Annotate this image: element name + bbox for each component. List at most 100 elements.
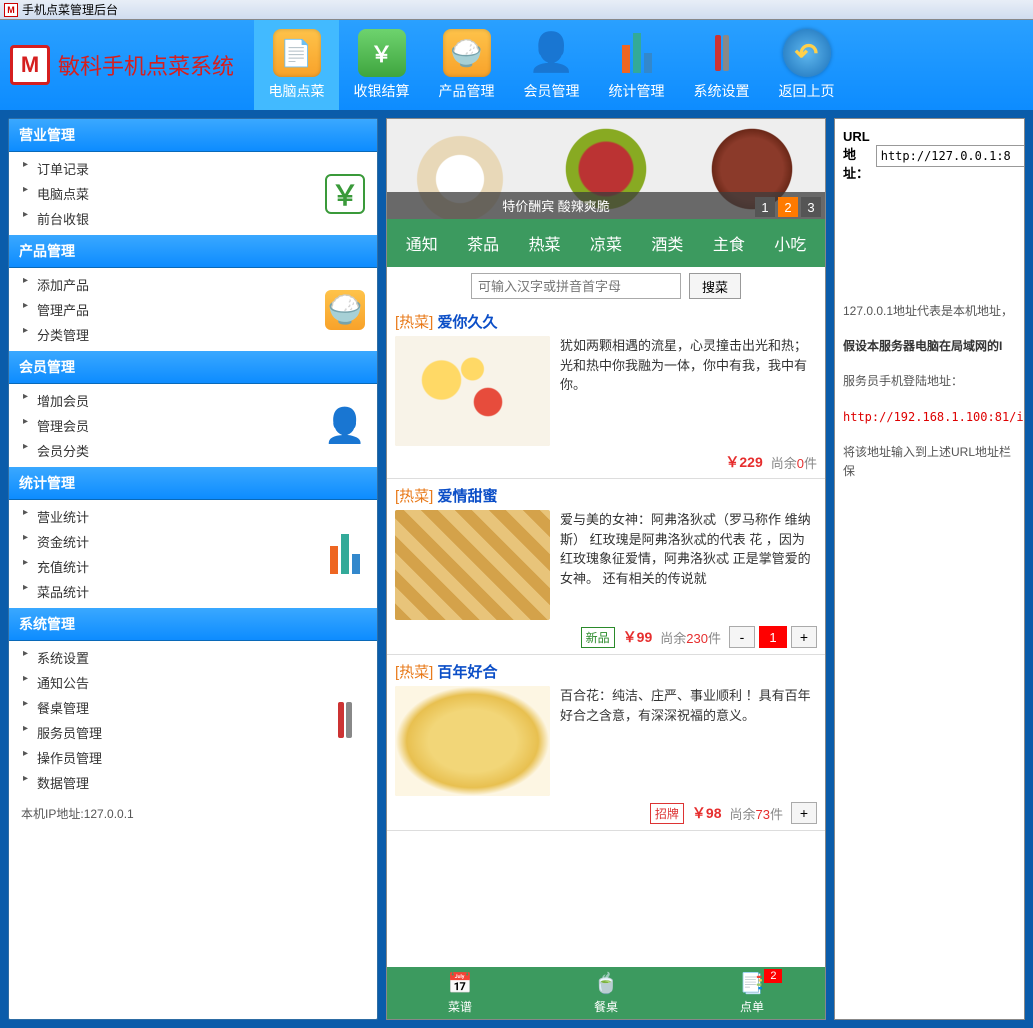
brand-area: M 敏科手机点菜系统 bbox=[10, 45, 234, 85]
sidebar-item[interactable]: 管理会员 bbox=[9, 413, 377, 438]
qty-plus-button[interactable]: + bbox=[791, 802, 817, 824]
steam-icon: 🍚 bbox=[443, 29, 491, 77]
sidebar-item[interactable]: 增加会员 bbox=[9, 388, 377, 413]
sidebar-item[interactable]: 营业统计 bbox=[9, 504, 377, 529]
dish-category-tag: [热菜] bbox=[395, 314, 433, 331]
dish-item: [热菜] 百年好合 百合花：纯洁、庄严、事业顺利 ！具有百年好合之含意，有深深祝… bbox=[387, 655, 825, 831]
pay-icon: ￥ bbox=[325, 174, 365, 214]
cart-badge: 2 bbox=[764, 969, 782, 983]
category-tab[interactable]: 小吃 bbox=[764, 225, 816, 261]
ip-label: 本机IP地址: bbox=[21, 807, 84, 821]
sidebar-item[interactable]: 数据管理 bbox=[9, 770, 377, 795]
sidebar-section-header[interactable]: 会员管理 bbox=[9, 351, 377, 384]
sidebar-item[interactable]: 管理产品 bbox=[9, 297, 377, 322]
dish-item: [热菜] 爱你久久 犹如两颗相遇的流星，心灵撞击出光和热；光和热中你我融为一体，… bbox=[387, 305, 825, 479]
top-navbar: M 敏科手机点菜系统 📄 电脑点菜 ￥收银结算 🍚 产品管理 👤会员管理统计管理 系统设置 返… bbox=[0, 20, 1033, 110]
qty-minus-button[interactable]: - bbox=[729, 626, 755, 648]
carousel-page-1[interactable]: 1 bbox=[755, 197, 775, 217]
category-tab[interactable]: 凉菜 bbox=[580, 225, 632, 261]
category-tabs: 通知茶品热菜凉菜酒类主食小吃 bbox=[387, 219, 825, 267]
nav-label: 会员管理 bbox=[524, 81, 580, 101]
nav-steam[interactable]: 🍚 产品管理 bbox=[424, 20, 509, 110]
carousel-page-3[interactable]: 3 bbox=[801, 197, 821, 217]
sidebar-item[interactable]: 操作员管理 bbox=[9, 745, 377, 770]
sidebar-item[interactable]: 会员分类 bbox=[9, 438, 377, 463]
nav-bars[interactable]: 统计管理 bbox=[594, 20, 679, 110]
dish-description: 爱与美的女神：阿弗洛狄忒（罗马称作 维纳斯） 红玫瑰是阿弗洛狄忒的代表 花 ，因… bbox=[560, 510, 817, 620]
dish-item: [热菜] 爱情甜蜜 爱与美的女神：阿弗洛狄忒（罗马称作 维纳斯） 红玫瑰是阿弗洛… bbox=[387, 479, 825, 655]
search-button[interactable]: 搜菜 bbox=[689, 273, 741, 299]
sidebar-item[interactable]: 菜品统计 bbox=[9, 579, 377, 604]
nav-tools[interactable]: 系统设置 bbox=[679, 20, 764, 110]
window-title: 手机点菜管理后台 bbox=[22, 1, 118, 18]
dish-stock: 尚余230件 bbox=[660, 628, 721, 647]
sidebar-section-body: 系统设置通知公告餐桌管理服务员管理操作员管理数据管理 bbox=[9, 641, 377, 799]
bottom-tab-label: 菜谱 bbox=[448, 998, 472, 1015]
carousel-page-2[interactable]: 2 bbox=[778, 197, 798, 217]
person-icon: 👤 bbox=[325, 406, 365, 446]
sidebar-section-header[interactable]: 系统管理 bbox=[9, 608, 377, 641]
mobile-preview-panel: 特价酬宾 酸辣爽脆 123 通知茶品热菜凉菜酒类主食小吃 搜菜 [热菜] 爱你久… bbox=[386, 118, 826, 1020]
sidebar-item[interactable]: 通知公告 bbox=[9, 670, 377, 695]
bars-icon bbox=[325, 534, 365, 574]
qty-value: 1 bbox=[759, 626, 787, 648]
bottom-tab-icon: 📅 bbox=[448, 971, 473, 996]
qty-plus-button[interactable]: + bbox=[791, 626, 817, 648]
category-tab[interactable]: 主食 bbox=[703, 225, 755, 261]
sidebar-item[interactable]: 添加产品 bbox=[9, 272, 377, 297]
dish-image[interactable] bbox=[395, 686, 550, 796]
category-tab[interactable]: 酒类 bbox=[641, 225, 693, 261]
info-text-2: 假设本服务器电脑在局域网的I bbox=[843, 337, 1016, 356]
info-panel: URL地址： 127.0.0.1地址代表是本机地址， 假设本服务器电脑在局域网的… bbox=[834, 118, 1025, 1020]
nav-label: 产品管理 bbox=[439, 81, 495, 101]
brand-text: 敏科手机点菜系统 bbox=[58, 49, 234, 81]
url-input[interactable] bbox=[876, 145, 1025, 167]
nav-label: 系统设置 bbox=[694, 81, 750, 101]
nav-label: 统计管理 bbox=[609, 81, 665, 101]
yen-icon: ￥ bbox=[358, 29, 406, 77]
sidebar-section-header[interactable]: 统计管理 bbox=[9, 467, 377, 500]
promo-carousel[interactable]: 特价酬宾 酸辣爽脆 123 bbox=[387, 119, 825, 219]
sidebar-item[interactable]: 分类管理 bbox=[9, 322, 377, 347]
nav-back[interactable]: 返回上页 bbox=[764, 20, 849, 110]
nav-person[interactable]: 👤会员管理 bbox=[509, 20, 594, 110]
dish-price: ￥98 bbox=[692, 803, 722, 823]
bottom-tabbar: 📅 菜谱 🍵餐桌 📑点单2 bbox=[387, 967, 825, 1019]
category-tab[interactable]: 热菜 bbox=[519, 225, 571, 261]
bottom-tab-label: 点单 bbox=[740, 998, 764, 1015]
category-tab[interactable]: 茶品 bbox=[457, 225, 509, 261]
dish-name[interactable]: 爱情甜蜜 bbox=[438, 488, 498, 505]
tools-icon bbox=[698, 29, 746, 77]
back-icon bbox=[783, 29, 831, 77]
nav-yen[interactable]: ￥收银结算 bbox=[339, 20, 424, 110]
doc-icon: 📄 bbox=[273, 29, 321, 77]
info-text-1: 127.0.0.1地址代表是本机地址， bbox=[843, 302, 1016, 321]
bottom-tab-餐桌[interactable]: 🍵餐桌 bbox=[594, 971, 619, 1015]
sidebar-section-header[interactable]: 产品管理 bbox=[9, 235, 377, 268]
nav-doc[interactable]: 📄 电脑点菜 bbox=[254, 20, 339, 110]
bottom-tab-菜谱[interactable]: 📅 菜谱 bbox=[448, 971, 473, 1015]
sidebar-item[interactable]: 资金统计 bbox=[9, 529, 377, 554]
bottom-tab-点单[interactable]: 📑点单2 bbox=[740, 971, 765, 1015]
nav-label: 电脑点菜 bbox=[269, 81, 325, 101]
sidebar-section-body: 增加会员管理会员会员分类👤 bbox=[9, 384, 377, 467]
category-tab[interactable]: 通知 bbox=[396, 225, 448, 261]
dish-image[interactable] bbox=[395, 510, 550, 620]
url-label: URL地址： bbox=[843, 129, 870, 182]
search-input[interactable] bbox=[471, 273, 681, 299]
dish-name[interactable]: 百年好合 bbox=[438, 664, 498, 681]
sidebar-item[interactable]: 订单记录 bbox=[9, 156, 377, 181]
sidebar-item[interactable]: 餐桌管理 bbox=[9, 695, 377, 720]
dish-name[interactable]: 爱你久久 bbox=[438, 314, 498, 331]
sidebar-item[interactable]: 充值统计 bbox=[9, 554, 377, 579]
sidebar: 营业管理订单记录电脑点菜前台收银￥产品管理添加产品管理产品分类管理🍚会员管理增加… bbox=[8, 118, 378, 1020]
dish-category-tag: [热菜] bbox=[395, 488, 433, 505]
sidebar-item[interactable]: 前台收银 bbox=[9, 206, 377, 231]
nav-label: 返回上页 bbox=[779, 81, 835, 101]
bars-icon bbox=[613, 29, 661, 77]
sidebar-item[interactable]: 服务员管理 bbox=[9, 720, 377, 745]
sidebar-section-header[interactable]: 营业管理 bbox=[9, 119, 377, 152]
sidebar-item[interactable]: 电脑点菜 bbox=[9, 181, 377, 206]
dish-image[interactable] bbox=[395, 336, 550, 446]
sidebar-item[interactable]: 系统设置 bbox=[9, 645, 377, 670]
